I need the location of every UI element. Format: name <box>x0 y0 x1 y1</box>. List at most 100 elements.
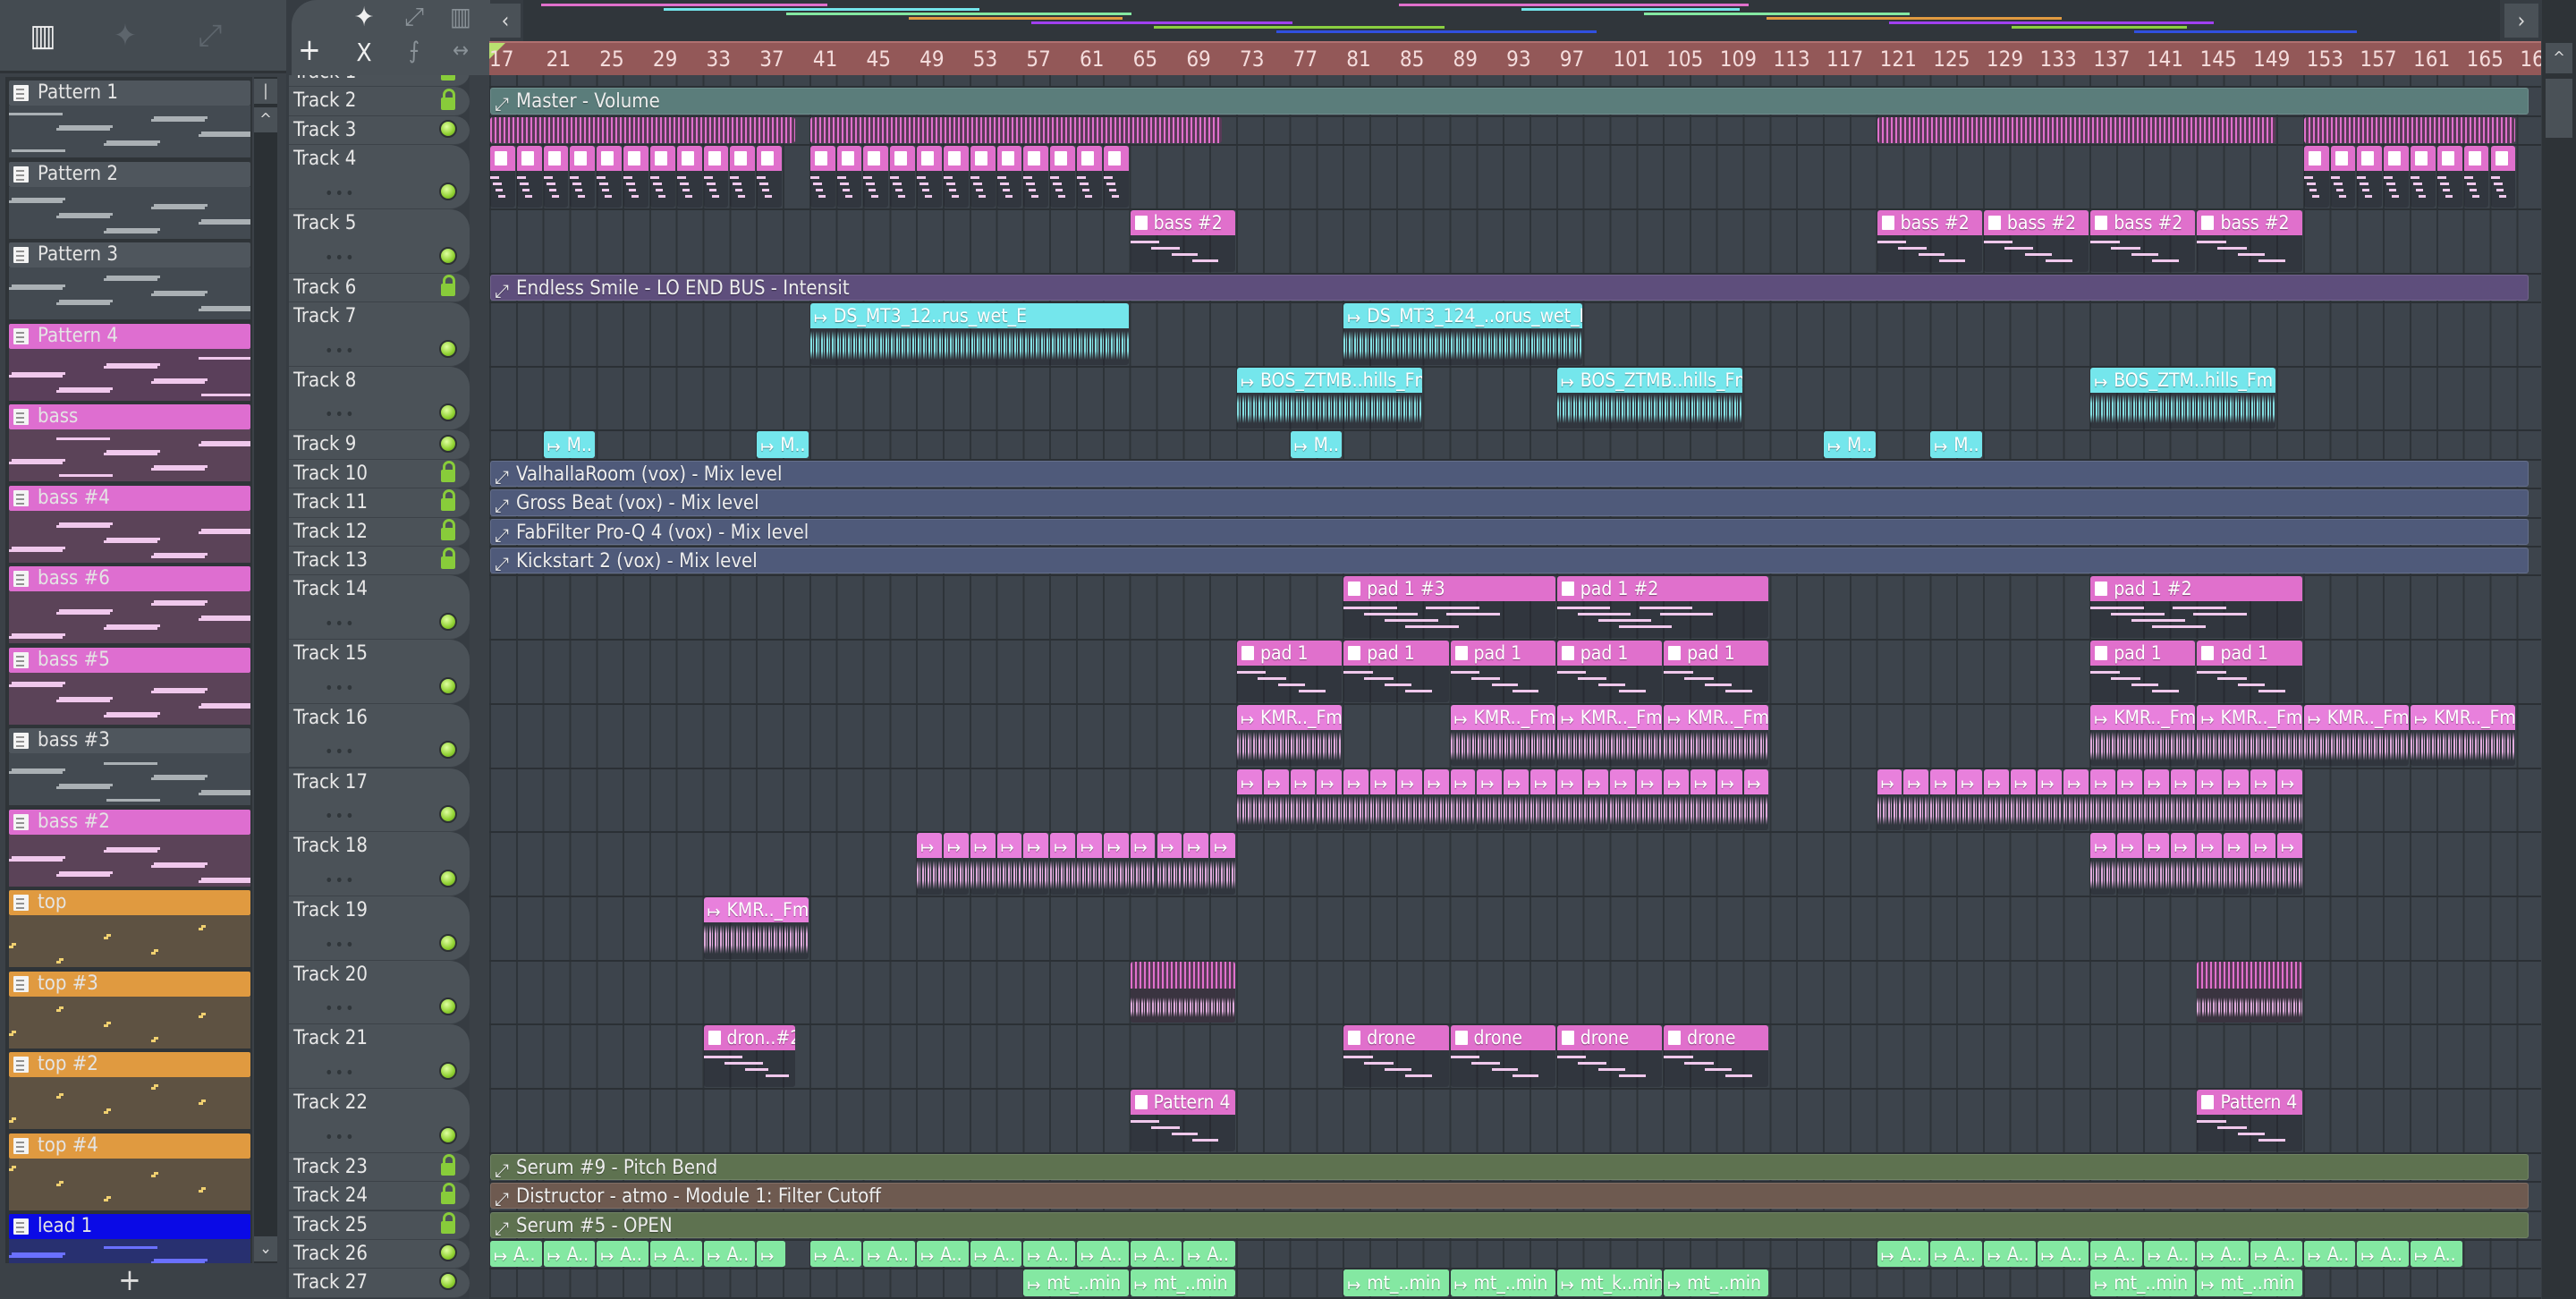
pattern-clip[interactable]: drone <box>1450 1025 1555 1087</box>
track-name[interactable]: Track 26 <box>293 1243 368 1265</box>
automation-clip[interactable]: ⤢ Kickstart 2 (vox) - Mix level <box>490 548 2529 574</box>
pattern-header[interactable]: bass #3 <box>9 728 250 753</box>
automation-clip-icon[interactable]: ⤢ <box>183 18 237 54</box>
pattern-item[interactable]: Pattern 3 <box>9 242 250 319</box>
track-enable-led[interactable] <box>439 741 457 760</box>
track-enable-led[interactable] <box>439 933 457 952</box>
pattern-clip[interactable] <box>623 146 648 208</box>
pattern-clip[interactable]: pad 1 <box>1343 641 1449 702</box>
pattern-clip[interactable]: bass #2 <box>1983 209 2089 272</box>
track-name[interactable]: Track 20 <box>293 964 368 986</box>
audio-clip[interactable]: ↦ <box>1343 768 1369 831</box>
track-name[interactable]: Track 24 <box>293 1184 368 1207</box>
audio-clip[interactable]: ↦ <box>2063 768 2089 831</box>
track-name[interactable]: Track 11 <box>293 491 368 514</box>
track-name[interactable]: Track 21 <box>293 1027 368 1049</box>
track-header[interactable]: Track 16 ••• <box>289 703 470 768</box>
audio-clip[interactable]: ↦ <box>1530 768 1555 831</box>
audio-clip[interactable]: ↦ <box>1930 768 1956 831</box>
pattern-clip[interactable]: bass #2 <box>2197 209 2302 272</box>
pattern-header[interactable]: top <box>9 890 250 915</box>
track-header[interactable]: Track 20 ••• <box>289 960 470 1025</box>
track-header[interactable]: Track 19 ••• <box>289 896 470 961</box>
pattern-clip[interactable] <box>1023 146 1049 208</box>
audio-clip[interactable]: ↦ <box>1023 833 1049 895</box>
pattern-header[interactable]: Pattern 2 <box>9 161 250 187</box>
audio-clip[interactable]: ↦ BOS_ZTMB..hills_Fm <box>1236 367 1422 429</box>
audio-clip[interactable]: ↦ DS_MT3_12..rus_wet_E <box>809 303 1129 365</box>
audio-clip[interactable]: ↦ <box>2170 768 2196 831</box>
scroll-up-button[interactable]: ^ <box>2546 43 2572 73</box>
track-enable-led[interactable] <box>439 676 457 695</box>
audio-clip[interactable]: ↦ mt_..min <box>1450 1269 1555 1296</box>
audio-clip[interactable]: ↦ A.. <box>917 1240 969 1268</box>
slide-icon[interactable]: ⨍ <box>392 38 436 64</box>
audio-clip[interactable]: ↦ A.. <box>2250 1240 2302 1268</box>
pattern-clip[interactable] <box>2411 146 2436 208</box>
audio-clip[interactable]: ↦ <box>1077 833 1102 895</box>
audio-clip[interactable]: ↦ <box>917 833 942 895</box>
audio-clip[interactable]: ↦ <box>970 833 996 895</box>
audio-clip[interactable]: ↦ <box>2143 833 2169 895</box>
audio-clip[interactable]: ↦ <box>1556 768 1582 831</box>
track-header[interactable]: Track 12 <box>289 517 470 547</box>
lock-icon[interactable] <box>441 1211 455 1234</box>
pattern-clip[interactable] <box>490 146 515 208</box>
audio-clip[interactable]: ↦ mt_..min <box>2197 1269 2302 1296</box>
track-name[interactable]: Track 5 <box>293 212 356 234</box>
pattern-clip[interactable] <box>2357 146 2383 208</box>
pattern-header[interactable]: Pattern 1 <box>9 81 250 106</box>
track-header[interactable]: Track 14 ••• <box>289 575 470 641</box>
lock-icon[interactable] <box>441 1183 455 1205</box>
track-enable-led[interactable] <box>439 869 457 887</box>
track-header[interactable]: Track 23 <box>289 1152 470 1183</box>
audio-clip[interactable]: ↦ A.. <box>1130 1240 1182 1268</box>
audio-clip[interactable]: ↦ <box>1210 833 1235 895</box>
piano-roll-icon[interactable]: ▥ <box>16 18 70 54</box>
audio-clip[interactable]: ↦ A.. <box>2357 1240 2410 1268</box>
pattern-clip[interactable] <box>1077 146 1102 208</box>
pattern-clip[interactable] <box>516 146 542 208</box>
audio-clip[interactable]: ↦ <box>1290 768 1316 831</box>
pattern-item[interactable]: top #3 <box>9 971 250 1049</box>
lock-icon[interactable] <box>441 548 455 570</box>
track-header[interactable]: Track 15 ••• <box>289 640 470 704</box>
track-header[interactable]: Track 25 <box>289 1210 470 1240</box>
pattern-clip[interactable]: pad 1 <box>2090 641 2196 702</box>
audio-clip[interactable]: ↦ A.. <box>703 1240 756 1268</box>
audio-clip[interactable]: ↦ KMR.._Fm <box>1450 704 1555 767</box>
pattern-clip[interactable]: Pattern 4 <box>1130 1090 1235 1151</box>
audio-clip[interactable]: ↦ mt_..min <box>2090 1269 2196 1296</box>
track-header[interactable]: Track 4 ••• <box>289 145 470 209</box>
overview-scroll-left[interactable]: ‹ <box>490 4 521 38</box>
pattern-clip[interactable] <box>730 146 756 208</box>
lock-icon[interactable] <box>441 274 455 296</box>
audio-clip[interactable]: ↦ A.. <box>2143 1240 2196 1268</box>
audio-clip[interactable]: ↦ <box>1050 833 1076 895</box>
pattern-clip[interactable]: drone <box>1343 1025 1449 1087</box>
pattern-clip[interactable] <box>2303 116 2516 144</box>
audio-clip[interactable]: ↦ mt_..min <box>1023 1269 1129 1296</box>
track-name[interactable]: Track 17 <box>293 771 368 794</box>
pattern-item[interactable]: bass <box>9 404 250 481</box>
add-track-button[interactable]: + <box>292 32 327 68</box>
pattern-clip[interactable] <box>809 116 1223 144</box>
audio-clip[interactable]: ↦ <box>2224 768 2250 831</box>
audio-clip[interactable]: ↦ <box>2117 833 2142 895</box>
audio-clip[interactable]: ↦ <box>1583 768 1609 831</box>
track-name[interactable]: Track 19 <box>293 899 368 921</box>
audio-clip[interactable]: ↦ mt_k..min <box>1556 1269 1663 1296</box>
pattern-clip[interactable]: pad 1 #3 <box>1343 576 1555 639</box>
pattern-clip[interactable] <box>570 146 596 208</box>
pattern-clip[interactable] <box>1130 961 1235 1023</box>
automation-clip[interactable]: ⤢ Endless Smile - LO END BUS - Intensit <box>490 274 2529 301</box>
track-enable-led[interactable] <box>439 119 457 138</box>
pattern-item[interactable]: Pattern 1 <box>9 81 250 157</box>
audio-clip[interactable]: ↦ A.. <box>2303 1240 2356 1268</box>
pattern-clip[interactable] <box>970 146 996 208</box>
pattern-clip[interactable] <box>2330 146 2356 208</box>
pattern-clip[interactable] <box>597 146 623 208</box>
pattern-item[interactable]: bass #3 <box>9 728 250 805</box>
pattern-clip[interactable]: pad 1 <box>2197 641 2302 702</box>
vertical-scrollbar[interactable]: ^ <box>2542 0 2576 1299</box>
